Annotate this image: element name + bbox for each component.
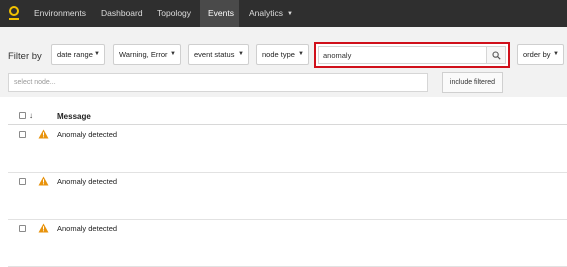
- order-by-label: order by: [523, 50, 551, 59]
- nav-dashboard[interactable]: Dashboard: [101, 0, 143, 27]
- warning-icon: [38, 223, 49, 233]
- row-checkbox[interactable]: [19, 178, 26, 185]
- node-type-label: node type: [262, 50, 295, 59]
- row-message: Anomaly detected: [57, 130, 118, 139]
- event-status-dropdown[interactable]: event status ▼: [188, 44, 249, 65]
- nav-topology[interactable]: Topology: [157, 0, 191, 27]
- nav-analytics-label: Analytics: [249, 8, 284, 18]
- row-checkbox[interactable]: [19, 225, 26, 232]
- nav-analytics[interactable]: Analytics ▼: [249, 0, 293, 27]
- chevron-down-icon: ▼: [298, 51, 304, 57]
- include-filtered-button[interactable]: include filtered: [442, 72, 503, 93]
- search-highlight-box: [314, 42, 510, 68]
- date-range-label: date range: [57, 50, 93, 59]
- table-row[interactable]: Anomaly detected: [8, 126, 567, 173]
- event-status-label: event status: [194, 50, 235, 59]
- severity-label: Warning, Error: [119, 50, 168, 59]
- row-message: Anomaly detected: [57, 224, 118, 233]
- chevron-down-icon: ▼: [553, 51, 559, 57]
- node-type-dropdown[interactable]: node type ▼: [256, 44, 309, 65]
- severity-dropdown[interactable]: Warning, Error ▼: [113, 44, 181, 65]
- message-column-header[interactable]: Message: [57, 112, 91, 121]
- top-navbar: Environments Dashboard Topology Events A…: [0, 0, 567, 27]
- search-button[interactable]: [486, 46, 506, 64]
- table-row[interactable]: Anomaly detected: [8, 220, 567, 267]
- date-range-dropdown[interactable]: date range ▼: [51, 44, 105, 65]
- nav-events[interactable]: Events: [200, 0, 239, 27]
- sort-down-icon[interactable]: ↓: [29, 111, 33, 120]
- nav-environments[interactable]: Environments: [34, 0, 86, 27]
- chevron-down-icon: ▼: [238, 51, 244, 57]
- order-by-dropdown[interactable]: order by ▼: [517, 44, 564, 65]
- search-icon: [492, 51, 501, 60]
- table-header: ↓ Message: [8, 108, 567, 125]
- filter-label: Filter by: [8, 51, 42, 62]
- warning-icon: [38, 129, 49, 139]
- search-input[interactable]: [318, 46, 486, 64]
- row-message: Anomaly detected: [57, 177, 118, 186]
- table-row[interactable]: Anomaly detected: [8, 173, 567, 220]
- chevron-down-icon: ▼: [287, 11, 293, 17]
- select-all-checkbox[interactable]: [19, 112, 26, 119]
- warning-icon: [38, 176, 49, 186]
- location-pin-icon[interactable]: [8, 6, 20, 21]
- row-checkbox[interactable]: [19, 131, 26, 138]
- chevron-down-icon: ▼: [94, 51, 100, 57]
- chevron-down-icon: ▼: [170, 51, 176, 57]
- node-select-input[interactable]: select node...: [8, 73, 428, 92]
